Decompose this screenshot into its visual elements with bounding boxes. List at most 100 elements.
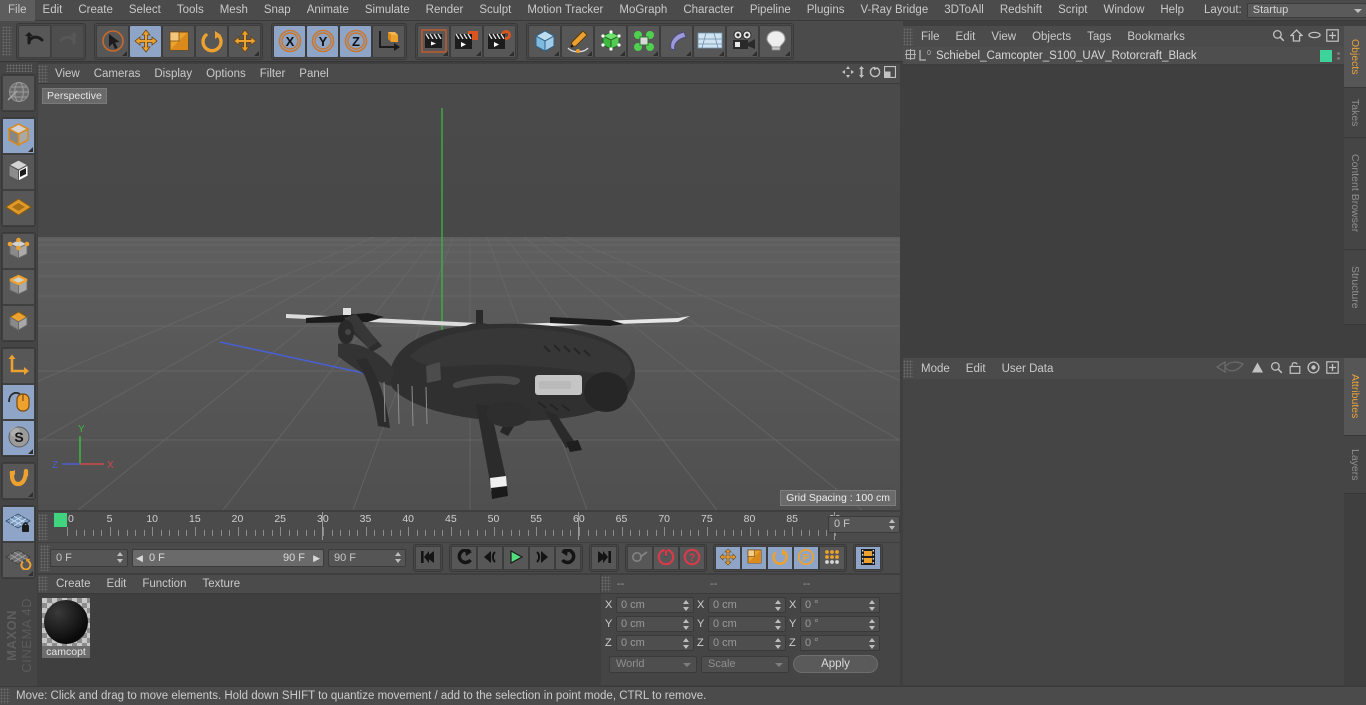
magnet-tool-button[interactable] (2, 463, 35, 499)
object-menu-bookmarks[interactable]: Bookmarks (1119, 31, 1193, 43)
coord-input-pos-z[interactable]: 0 cm (616, 635, 694, 651)
plus-box-icon[interactable] (1326, 28, 1339, 45)
key-pla-button[interactable] (819, 546, 845, 570)
soft-selection-button[interactable]: S (2, 420, 35, 456)
apply-button[interactable]: Apply (793, 655, 878, 673)
object-manager-grip[interactable] (903, 27, 913, 46)
redo-button[interactable] (51, 24, 84, 58)
end-frame-input[interactable]: 90 F (328, 549, 406, 567)
play-forward-button[interactable] (503, 546, 529, 570)
key-parameter-button[interactable]: P (793, 546, 819, 570)
menu-item-sculpt[interactable]: Sculpt (471, 0, 519, 21)
current-time-marker[interactable] (54, 513, 67, 527)
step-back-button[interactable] (477, 546, 503, 570)
record-active-objects-button[interactable] (653, 546, 679, 570)
viewport-menu-options[interactable]: Options (199, 68, 253, 80)
size-mode-dropdown[interactable]: Scale (701, 655, 789, 673)
viewport-menu-display[interactable]: Display (147, 68, 199, 80)
tab-structure[interactable]: Structure (1344, 250, 1366, 325)
object-row[interactable]: 0 Schiebel_Camcopter_S100_UAV_Rotorcraft… (903, 47, 1344, 65)
menu-item-select[interactable]: Select (121, 0, 169, 21)
timeline-ruler[interactable]: 051015202530354045505560657075808590 (50, 512, 841, 542)
home-icon[interactable] (1289, 28, 1304, 45)
menu-item-motion-tracker[interactable]: Motion Tracker (519, 0, 611, 21)
expand-toggle-icon[interactable] (903, 48, 918, 63)
stepper-icon[interactable] (395, 552, 402, 563)
tab-takes[interactable]: Takes (1344, 88, 1366, 138)
object-menu-edit[interactable]: Edit (948, 31, 984, 43)
add-array-button[interactable] (627, 24, 660, 58)
texture-mode-button[interactable] (2, 154, 35, 190)
undo-view-button[interactable] (2, 75, 35, 111)
add-spline-button[interactable] (561, 24, 594, 58)
material-menu-create[interactable]: Create (48, 578, 99, 590)
points-mode-button[interactable] (2, 233, 35, 269)
menu-item-tools[interactable]: Tools (169, 0, 212, 21)
play-reverse-loop-button[interactable] (451, 546, 477, 570)
search-icon[interactable] (1272, 29, 1285, 45)
render-view-button[interactable] (417, 24, 450, 58)
stepper-icon[interactable] (775, 600, 782, 611)
add-light-button[interactable] (759, 24, 792, 58)
stepper-icon[interactable] (683, 619, 690, 630)
stepper-icon[interactable] (869, 619, 876, 630)
object-menu-file[interactable]: File (913, 31, 948, 43)
menu-item-vray-bridge[interactable]: V-Ray Bridge (852, 0, 936, 21)
stepper-icon[interactable] (869, 638, 876, 649)
viewport-menu-panel[interactable]: Panel (292, 68, 335, 80)
edges-mode-button[interactable] (2, 269, 35, 305)
play-loop-button[interactable] (555, 546, 581, 570)
menu-item-plugins[interactable]: Plugins (799, 0, 853, 21)
object-menu-view[interactable]: View (983, 31, 1024, 43)
world-coordinate-button[interactable] (372, 24, 405, 58)
key-rotation-button[interactable] (767, 546, 793, 570)
material-tag-icon[interactable] (1320, 49, 1332, 62)
move-tool-button[interactable] (129, 24, 162, 58)
menu-item-pipeline[interactable]: Pipeline (742, 0, 799, 21)
polygons-mode-button[interactable] (2, 305, 35, 341)
object-menu-tags[interactable]: Tags (1079, 31, 1119, 43)
stepper-icon[interactable] (683, 638, 690, 649)
coord-input-size-x[interactable]: 0 cm (708, 597, 786, 613)
material-thumbnail[interactable] (42, 598, 90, 646)
move-tool-alt-button[interactable] (228, 24, 261, 58)
scale-tool-button[interactable] (162, 24, 195, 58)
z-axis-lock-button[interactable]: Z (339, 24, 372, 58)
coord-system-dropdown[interactable]: World (609, 655, 697, 673)
stepper-icon[interactable] (869, 600, 876, 611)
menu-item-animate[interactable]: Animate (299, 0, 357, 21)
add-camera-button[interactable] (726, 24, 759, 58)
key-scale-button[interactable] (741, 546, 767, 570)
menu-item-script[interactable]: Script (1050, 0, 1095, 21)
attribute-manager-grip[interactable] (903, 359, 913, 378)
step-forward-button[interactable] (529, 546, 555, 570)
attribute-menu-edit[interactable]: Edit (958, 363, 994, 375)
menu-item-snap[interactable]: Snap (256, 0, 299, 21)
viewport-menu-cameras[interactable]: Cameras (87, 68, 148, 80)
stepper-icon[interactable] (683, 600, 690, 611)
viewport-solo-button[interactable] (2, 384, 35, 420)
workplane-mode-button[interactable] (2, 190, 35, 226)
ellipse-icon[interactable] (1308, 30, 1321, 43)
menu-item-file[interactable]: File (0, 0, 35, 21)
menu-item-simulate[interactable]: Simulate (357, 0, 418, 21)
attribute-menu-user-data[interactable]: User Data (994, 363, 1062, 375)
range-right-arrow-icon[interactable]: ▶ (313, 553, 320, 564)
workplane-lock-button[interactable] (2, 506, 35, 542)
add-nurbs-button[interactable] (594, 24, 627, 58)
timeline-frame-field[interactable]: 0 F (828, 516, 900, 533)
coord-input-rot-y[interactable]: 0 ° (800, 616, 880, 632)
live-selection-button[interactable] (96, 24, 129, 58)
menu-item-edit[interactable]: Edit (35, 0, 71, 21)
menu-item-redshift[interactable]: Redshift (992, 0, 1050, 21)
toolbar-grip[interactable] (2, 26, 12, 56)
material-manager-grip[interactable] (38, 576, 48, 592)
material-menu-edit[interactable]: Edit (99, 578, 135, 590)
tab-content-browser[interactable]: Content Browser (1344, 138, 1366, 250)
coord-input-size-y[interactable]: 0 cm (708, 616, 786, 632)
x-axis-lock-button[interactable]: X (273, 24, 306, 58)
add-bend-button[interactable] (660, 24, 693, 58)
add-cube-button[interactable] (528, 24, 561, 58)
menu-item-window[interactable]: Window (1095, 0, 1152, 21)
menu-item-3dtoall[interactable]: 3DToAll (936, 0, 992, 21)
